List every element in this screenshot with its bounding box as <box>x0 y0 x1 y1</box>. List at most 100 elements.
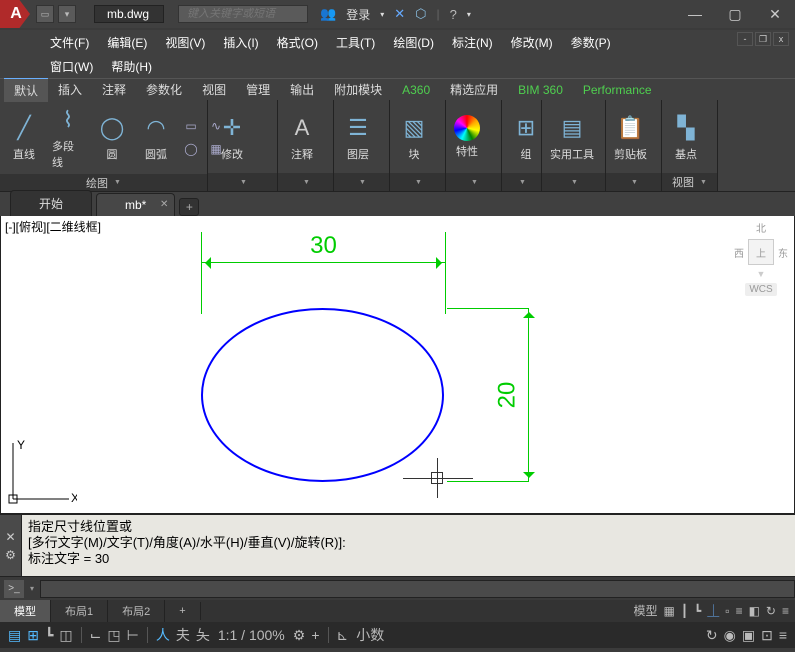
layout-model[interactable]: 模型 <box>0 600 51 622</box>
menu-edit[interactable]: 编辑(E) <box>107 34 147 51</box>
ribbon-tab-a360[interactable]: A360 <box>392 80 440 100</box>
sb-grid-icon[interactable]: ⊞ <box>27 627 39 644</box>
ribbon-tab-manage[interactable]: 管理 <box>236 78 280 101</box>
sb-ucs-icon[interactable]: ⌙ <box>90 627 102 644</box>
sb-plus-icon[interactable]: + <box>311 627 319 643</box>
mdi-restore-button[interactable]: ❐ <box>755 32 771 46</box>
status-model-label[interactable]: 模型 <box>633 602 657 619</box>
sb-menu-icon[interactable]: ≡ <box>779 627 787 643</box>
sb-clean-icon[interactable]: ⊡ <box>761 627 773 644</box>
nav-top-face[interactable]: 上 <box>748 239 774 265</box>
cmd-dropdown-icon[interactable]: ▾ <box>30 584 34 593</box>
view-label[interactable]: [-][俯视][二维线框] <box>5 218 101 235</box>
arc-button[interactable]: ◠圆弧 <box>136 110 176 164</box>
mdi-min-button[interactable]: - <box>737 32 753 46</box>
tab-document[interactable]: mb*✕ <box>96 193 175 216</box>
ribbon-tab-featured[interactable]: 精选应用 <box>440 78 508 101</box>
ribbon-tab-insert[interactable]: 插入 <box>48 78 92 101</box>
annotate-button[interactable]: A注释 <box>282 110 322 164</box>
panel-view-label[interactable]: 视图▼ <box>662 173 717 191</box>
sb-workspace-icon[interactable]: ▤ <box>8 627 21 644</box>
clipboard-button[interactable]: 📋剪贴板 <box>610 110 651 164</box>
layout-add-button[interactable]: + <box>165 602 200 620</box>
panel-clipboard-label[interactable]: ▼ <box>606 173 661 191</box>
ribbon-tab-perf[interactable]: Performance <box>573 80 662 100</box>
login-label[interactable]: 登录 <box>346 6 370 23</box>
utilities-button[interactable]: ▤实用工具 <box>546 110 598 164</box>
menu-file[interactable]: 文件(F) <box>50 34 89 51</box>
grid-icon[interactable]: ▦ <box>663 604 674 618</box>
panel-utilities-label[interactable]: ▼ <box>542 173 605 191</box>
sb-3d-icon[interactable]: ◳ <box>107 627 120 644</box>
panel-groups-label[interactable]: ▼ <box>502 173 541 191</box>
circle-button[interactable]: ◯圆 <box>92 110 132 164</box>
help-dropdown-icon[interactable]: ▾ <box>467 10 471 19</box>
ribbon-tab-output[interactable]: 输出 <box>280 78 324 101</box>
sb-scale-label[interactable]: 1:1 / 100% <box>218 627 285 643</box>
menu-draw[interactable]: 绘图(D) <box>393 34 434 51</box>
sb-max-icon[interactable]: ▣ <box>742 627 755 644</box>
panel-draw-label[interactable]: 绘图▼ <box>0 174 207 191</box>
command-prompt-icon[interactable]: >_ <box>4 580 24 598</box>
ortho-icon[interactable]: ⏊ <box>707 602 719 619</box>
qat-new-icon[interactable]: ▭ <box>36 5 54 23</box>
command-history[interactable]: 指定尺寸线位置或 [多行文字(M)/文字(T)/角度(A)/水平(H)/垂直(V… <box>22 515 795 576</box>
app-logo-icon[interactable]: A <box>0 0 30 28</box>
line-button[interactable]: ╱直线 <box>4 110 44 164</box>
properties-button[interactable]: 特性 <box>450 113 484 161</box>
menu-format[interactable]: 格式(O) <box>277 34 318 51</box>
block-button[interactable]: ▧块 <box>394 110 434 164</box>
ribbon-tab-addons[interactable]: 附加模块 <box>324 78 392 101</box>
command-input[interactable] <box>40 580 795 598</box>
cycle-icon[interactable]: ↻ <box>766 604 776 618</box>
layout-1[interactable]: 布局1 <box>51 600 108 622</box>
exchange-icon[interactable]: ✕ <box>394 6 405 22</box>
app-store-icon[interactable]: ⬡ <box>415 6 426 22</box>
groups-button[interactable]: ⊞组 <box>506 110 546 164</box>
wcs-label[interactable]: WCS <box>745 283 776 296</box>
sb-snap-icon[interactable]: ┗ <box>45 627 53 644</box>
maximize-button[interactable]: ▢ <box>715 0 755 28</box>
help-icon[interactable]: ? <box>450 7 457 22</box>
layout-2[interactable]: 布局2 <box>108 600 165 622</box>
mdi-close-button[interactable]: x <box>773 32 789 46</box>
layers-button[interactable]: ☰图层 <box>338 110 378 164</box>
close-button[interactable]: ✕ <box>755 0 795 28</box>
menu-modify[interactable]: 修改(M) <box>511 34 553 51</box>
sb-gear-icon[interactable]: ⚙ <box>293 627 306 644</box>
menu-insert[interactable]: 插入(I) <box>223 34 258 51</box>
panel-annotate-label[interactable]: ▼ <box>278 173 333 191</box>
search-input[interactable] <box>178 5 308 23</box>
transparency-icon[interactable]: ◧ <box>749 604 760 618</box>
base-button[interactable]: ▚基点 <box>666 110 706 164</box>
signin-icon[interactable]: 👥 <box>320 6 336 22</box>
menu-tools[interactable]: 工具(T) <box>336 34 375 51</box>
sb-person2-icon[interactable]: 夫 <box>176 625 190 645</box>
menu-dim[interactable]: 标注(N) <box>452 34 493 51</box>
drawing-canvas[interactable]: [-][俯视][二维线框] 北 西 上 东 ▼ WCS 30 20 X Y <box>0 216 795 514</box>
snap-icon[interactable]: ┗ <box>694 604 701 618</box>
menu-param[interactable]: 参数(P) <box>571 34 611 51</box>
cmd-close-icon[interactable]: ✕ <box>5 530 15 544</box>
sb-person3-icon[interactable]: 夨 <box>196 625 210 645</box>
sb-refresh-icon[interactable]: ↻ <box>706 627 718 644</box>
login-dropdown-icon[interactable]: ▾ <box>380 10 384 19</box>
sb-person-icon[interactable]: 人 <box>156 625 170 645</box>
polyline-button[interactable]: ⌇多段线 <box>48 102 88 172</box>
tab-add-button[interactable]: + <box>179 198 199 216</box>
viewcube[interactable]: 北 西 上 东 ▼ WCS <box>734 220 788 296</box>
ribbon-tab-parametric[interactable]: 参数化 <box>136 78 192 101</box>
ribbon-tab-annotate[interactable]: 注释 <box>92 78 136 101</box>
menu-help[interactable]: 帮助(H) <box>111 58 152 75</box>
ribbon-tab-bim[interactable]: BIM 360 <box>508 80 573 100</box>
menu-window[interactable]: 窗口(W) <box>50 58 93 75</box>
menu-view[interactable]: 视图(V) <box>165 34 205 51</box>
cmd-handle-icon[interactable]: ⚙ <box>5 548 16 562</box>
customize-icon[interactable]: ≡ <box>782 604 789 618</box>
rect-button[interactable]: ▭ <box>180 116 202 136</box>
ellipse-button[interactable]: ◯ <box>180 139 202 159</box>
osnap-icon[interactable]: ▫ <box>725 604 729 618</box>
modify-button[interactable]: ✛修改 <box>212 110 252 164</box>
sb-angle-icon[interactable]: ⊾ <box>337 627 349 644</box>
sb-layer-icon[interactable]: ◫ <box>59 627 72 644</box>
